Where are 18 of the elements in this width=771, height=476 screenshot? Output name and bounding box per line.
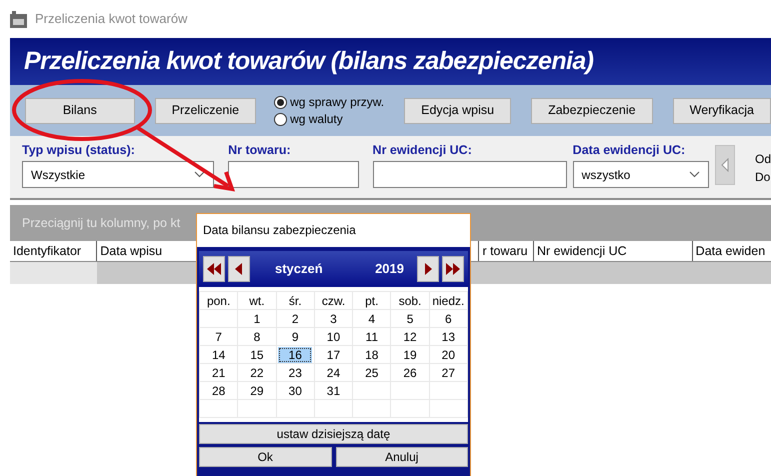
field-label: Typ wpisu (status): — [22, 142, 136, 158]
field-label: Data ewidencji UC: — [572, 142, 686, 158]
banner-title: Przeliczenia kwot towarów (bilans zabezpieczenia) — [10, 38, 771, 85]
field-label: Nr towaru: — [228, 142, 292, 158]
weekday-header: niedz. — [429, 292, 468, 310]
field-label: Nr ewidencji UC: — [372, 142, 473, 158]
range-label: Od — [754, 151, 771, 168]
weekday-header: wt. — [238, 292, 276, 310]
range-label: Do — [754, 169, 771, 186]
weekday-header: sob. — [390, 292, 430, 310]
weekday-header: czw. — [314, 292, 353, 310]
weekday-header: pon. — [200, 292, 238, 310]
weekday-header: pt. — [352, 292, 391, 310]
weekday-header: śr. — [276, 292, 314, 310]
dialog-title: Data bilansu zabezpieczenia — [202, 222, 357, 239]
year-label: 2019 — [375, 260, 404, 278]
month-label: styczeń — [275, 260, 323, 278]
window-title: Przeliczenia kwot towarów — [35, 10, 188, 28]
